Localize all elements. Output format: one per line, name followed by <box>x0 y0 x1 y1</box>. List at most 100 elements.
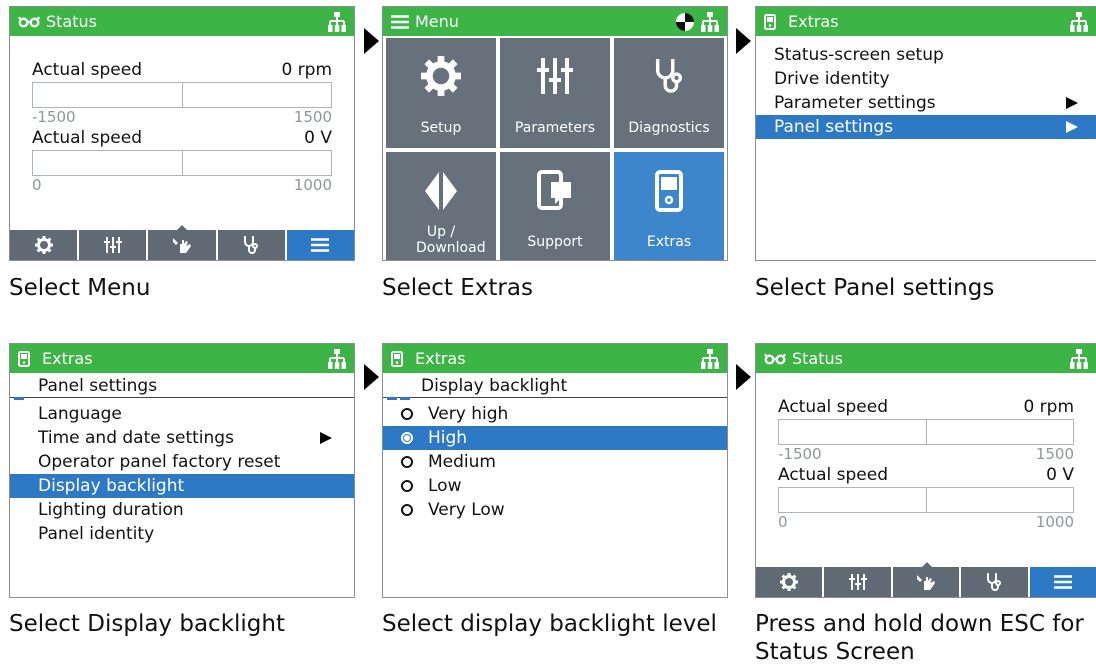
status-screen-1: Status Actual speed 0 rpm -1500 1500 Actua… <box>9 6 355 261</box>
tile-label: Setup <box>420 120 462 136</box>
menu-header: Menu <box>383 7 727 36</box>
network-icon[interactable] <box>1070 348 1088 369</box>
extras-screen: Extras Status-screen setup Drive identit… <box>755 6 1096 261</box>
scale-max: 1500 <box>293 108 332 126</box>
item-label: Status-screen setup <box>774 45 944 65</box>
list-item-time-date[interactable]: Time and date settings <box>10 426 354 450</box>
glasses-icon <box>18 16 40 27</box>
option-label: Low <box>428 476 462 496</box>
speed-label: Actual speed <box>32 60 143 80</box>
status-screen-2: Status Actual speed 0 rpm -1500 1500 Actua… <box>755 343 1096 598</box>
network-icon[interactable] <box>328 348 346 369</box>
extras-title: Extras <box>42 349 93 368</box>
list-item-panel-identity[interactable]: Panel identity <box>10 522 354 546</box>
tile-diagnostics[interactable]: Diagnostics <box>614 38 724 148</box>
network-icon[interactable] <box>701 348 719 369</box>
network-icon[interactable] <box>1070 11 1088 32</box>
tile-parameters[interactable]: Parameters <box>500 38 610 148</box>
tab-menu[interactable] <box>286 230 354 260</box>
extras-icon <box>764 13 776 30</box>
menu-icon <box>311 238 330 252</box>
caption-line-2: Status Screen <box>755 639 915 665</box>
tile-label: Support <box>527 234 583 250</box>
speed-bar <box>32 82 332 108</box>
submenu-title: Panel settings <box>38 376 158 396</box>
list-item-language[interactable]: Language <box>10 402 354 426</box>
item-label: Lighting duration <box>38 500 184 520</box>
list-item-parameter-settings[interactable]: Parameter settings <box>756 91 1096 115</box>
tab-bar <box>756 567 1096 597</box>
panel-settings-screen: Extras Panel settings Language Time and … <box>9 343 355 598</box>
support-icon <box>537 170 571 210</box>
option-label: High <box>428 428 468 448</box>
tab-parameters[interactable] <box>824 567 893 597</box>
radio-low[interactable]: Low <box>383 474 727 498</box>
tile-support[interactable]: Support <box>500 152 610 260</box>
network-icon[interactable] <box>701 11 719 32</box>
list-item-status-screen-setup[interactable]: Status-screen setup <box>756 43 1096 67</box>
radio-button-icon <box>401 504 413 516</box>
radio-very-high[interactable]: Very high <box>383 402 727 426</box>
tile-label: Up / Download <box>416 224 486 256</box>
menu-title: Menu <box>415 12 459 31</box>
radio-very-low[interactable]: Very Low <box>383 498 727 522</box>
caption-press-esc: Press and hold down ESC for Status Scree… <box>755 610 1084 666</box>
tab-setup[interactable] <box>756 567 825 597</box>
item-label: Parameter settings <box>774 93 936 113</box>
tile-up-download[interactable]: Up / Download <box>386 152 496 260</box>
radio-button-icon <box>401 456 413 468</box>
tab-manual[interactable] <box>893 567 962 597</box>
extras-title: Extras <box>788 12 839 31</box>
tab-diagnostics[interactable] <box>961 567 1030 597</box>
network-icon[interactable] <box>328 11 346 32</box>
caption-select-menu: Select Menu <box>9 275 151 301</box>
list-item-display-backlight[interactable]: Display backlight <box>10 474 354 498</box>
step-arrow <box>736 364 751 390</box>
transfer-icon <box>425 172 457 210</box>
tab-setup[interactable] <box>10 230 80 260</box>
speed-value: 0 V <box>304 128 332 148</box>
tab-manual[interactable] <box>148 230 218 260</box>
list-item-drive-identity[interactable]: Drive identity <box>756 67 1096 91</box>
stethoscope-icon <box>987 573 1002 591</box>
access-level-icon[interactable] <box>675 12 695 32</box>
step-arrow <box>364 364 379 390</box>
speed-bar <box>778 419 1074 445</box>
tile-setup[interactable]: Setup <box>386 38 496 148</box>
radio-button-icon <box>401 480 413 492</box>
caption-select-extras: Select Extras <box>382 275 533 301</box>
tab-menu[interactable] <box>1029 567 1096 597</box>
sliders-icon <box>103 237 122 253</box>
item-label: Panel settings <box>774 117 894 137</box>
tab-bar <box>10 230 354 260</box>
status-title: Status <box>46 12 97 31</box>
menu-depth-indicator <box>14 397 24 400</box>
tile-extras[interactable]: Extras <box>614 152 724 260</box>
option-label: Medium <box>428 452 496 472</box>
menu-tiles: Setup Parameters Diagnostics Up / Downlo… <box>386 38 724 260</box>
hand-wrench-icon <box>917 575 936 590</box>
radio-medium[interactable]: Medium <box>383 450 727 474</box>
tab-diagnostics[interactable] <box>218 230 287 260</box>
speed-value: 0 rpm <box>1023 397 1074 417</box>
tile-label: Extras <box>646 234 692 250</box>
radio-high[interactable]: High <box>383 426 727 450</box>
list-item-lighting-duration[interactable]: Lighting duration <box>10 498 354 522</box>
sliders-icon <box>537 58 573 94</box>
scale-min: -1500 <box>32 108 76 126</box>
option-label: Very Low <box>428 500 505 520</box>
glasses-icon <box>764 353 786 364</box>
submenu-header: Display backlight <box>383 374 727 400</box>
speed-label: Actual speed <box>778 397 889 417</box>
tab-parameters[interactable] <box>79 230 149 260</box>
item-label: Operator panel factory reset <box>38 452 281 472</box>
speed-label: Actual speed <box>32 128 143 148</box>
extras-icon <box>18 350 30 367</box>
list-item-factory-reset[interactable]: Operator panel factory reset <box>10 450 354 474</box>
status-header: Status <box>10 7 354 36</box>
submenu-header: Panel settings <box>10 374 354 400</box>
list-item-panel-settings[interactable]: Panel settings <box>756 115 1096 139</box>
scale-min: 0 <box>778 513 788 531</box>
step-arrow <box>736 28 751 54</box>
caption-select-backlight-level: Select display backlight level <box>382 611 717 637</box>
